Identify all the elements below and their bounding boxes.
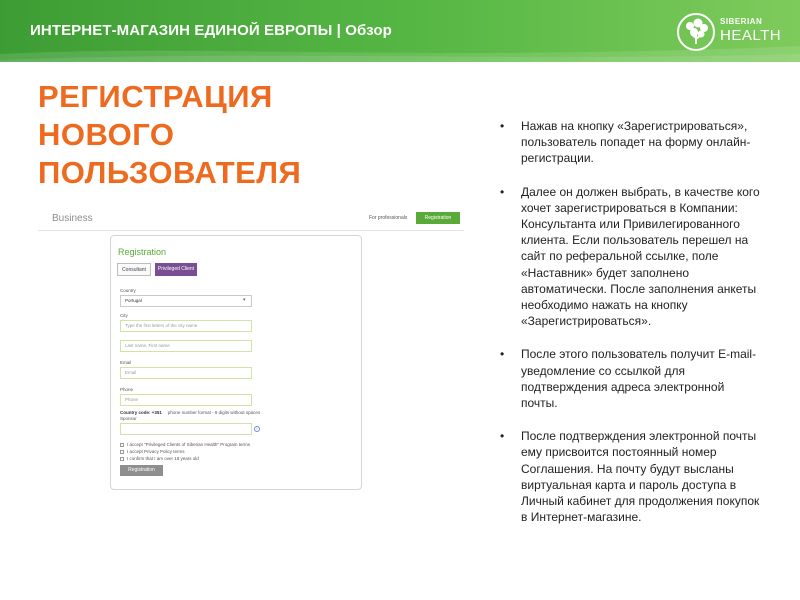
bullet-text: Нажав на кнопку «Зарегистрироваться», по… (521, 119, 751, 166)
bullet-item: • После этого пользователь получит E-mail… (500, 346, 760, 411)
checkbox-program-terms-label: I accept "Privileged Clients of Siberian… (127, 442, 250, 447)
submit-registration-button[interactable]: Registration (120, 465, 163, 476)
header-banner: ИНТЕРНЕТ-МАГАЗИН ЕДИНОЙ ЕВРОПЫ | Обзор S… (0, 0, 800, 62)
bullet-text: После подтверждения электронной почты ем… (521, 429, 760, 525)
checkbox-age-confirm[interactable]: I confirm that I am over 18 years old (120, 456, 199, 461)
checkbox-icon[interactable] (120, 450, 124, 454)
checkbox-age-confirm-label: I confirm that I am over 18 years old (127, 456, 199, 461)
registration-form: Registration Consultant Privileged Clien… (110, 235, 362, 490)
logo-text-siberian: SIBERIAN (720, 17, 763, 26)
slide-title-line-2: НОВОГО (38, 117, 175, 152)
tab-consultant[interactable]: Consultant (117, 263, 151, 276)
sponsor-label: Sponsor (120, 416, 137, 421)
email-label: Email (120, 360, 132, 365)
phone-format-hint: phone number format - 9 digits without s… (167, 410, 261, 415)
sponsor-input[interactable] (120, 423, 252, 435)
info-icon[interactable]: i (254, 426, 260, 432)
checkbox-privacy-policy[interactable]: I accept Privacy Policy terms (120, 449, 185, 454)
slide-title-line-1: РЕГИСТРАЦИЯ (38, 79, 273, 114)
bullet-item: • После подтверждения электронной почты е… (500, 428, 760, 525)
bullet-dot-icon: • (500, 119, 505, 133)
bullet-item: • Нажав на кнопку «Зарегистрироваться», п… (500, 118, 760, 167)
registration-screenshot: Business For professionals Registration … (38, 205, 464, 490)
for-professionals-link[interactable]: For professionals (369, 215, 407, 221)
slide-title-line-3: ПОЛЬЗОВАТЕЛЯ (38, 155, 302, 190)
city-input[interactable]: Type the first letters of the city name (120, 320, 252, 332)
description-bullets: • Нажав на кнопку «Зарегистрироваться», п… (500, 118, 760, 542)
checkbox-icon[interactable] (120, 443, 124, 447)
header-title: ИНТЕРНЕТ-МАГАЗИН ЕДИНОЙ ЕВРОПЫ | Обзор (30, 22, 392, 39)
top-registration-button[interactable]: Registration (416, 212, 460, 224)
bullet-text: Далее он должен выбрать, в качестве кого… (521, 184, 760, 329)
bullet-item: • Далее он должен выбрать, в качестве ког… (500, 184, 760, 330)
tree-logo-icon (677, 13, 715, 51)
phone-label: Phone (120, 387, 134, 392)
bullet-text: После этого пользователь получит E-mail-… (521, 347, 757, 411)
brand-business: Business (52, 213, 93, 224)
chevron-down-icon: ▾ (243, 297, 246, 303)
logo-text-health: HEALTH (720, 27, 782, 44)
checkbox-privacy-policy-label: I accept Privacy Policy terms (127, 449, 185, 454)
city-label: City (120, 313, 128, 318)
bullet-dot-icon: • (500, 429, 505, 444)
form-title: Registration (118, 247, 167, 257)
country-code-label: Country code: +351 (120, 410, 162, 415)
checkbox-icon[interactable] (120, 457, 124, 461)
slide-title: РЕГИСТРАЦИЯ НОВОГО ПОЛЬЗОВАТЕЛЯ (38, 78, 301, 192)
email-input[interactable]: Email (120, 367, 252, 379)
country-code-line: Country code: +351 phone number format - … (120, 410, 260, 415)
country-select[interactable]: Portugal (120, 295, 252, 307)
tab-privileged-client[interactable]: Privileged Client (155, 263, 197, 276)
checkbox-program-terms[interactable]: I accept "Privileged Clients of Siberian… (120, 442, 250, 447)
siberian-health-logo: SIBERIAN HEALTH (676, 12, 786, 52)
phone-input[interactable]: Phone (120, 394, 252, 406)
bullet-dot-icon: • (500, 347, 505, 362)
site-topbar: Business For professionals Registration (38, 205, 464, 231)
country-label: Country (120, 288, 136, 293)
name-input[interactable]: Last name, First name (120, 340, 252, 352)
bullet-dot-icon: • (500, 184, 505, 199)
